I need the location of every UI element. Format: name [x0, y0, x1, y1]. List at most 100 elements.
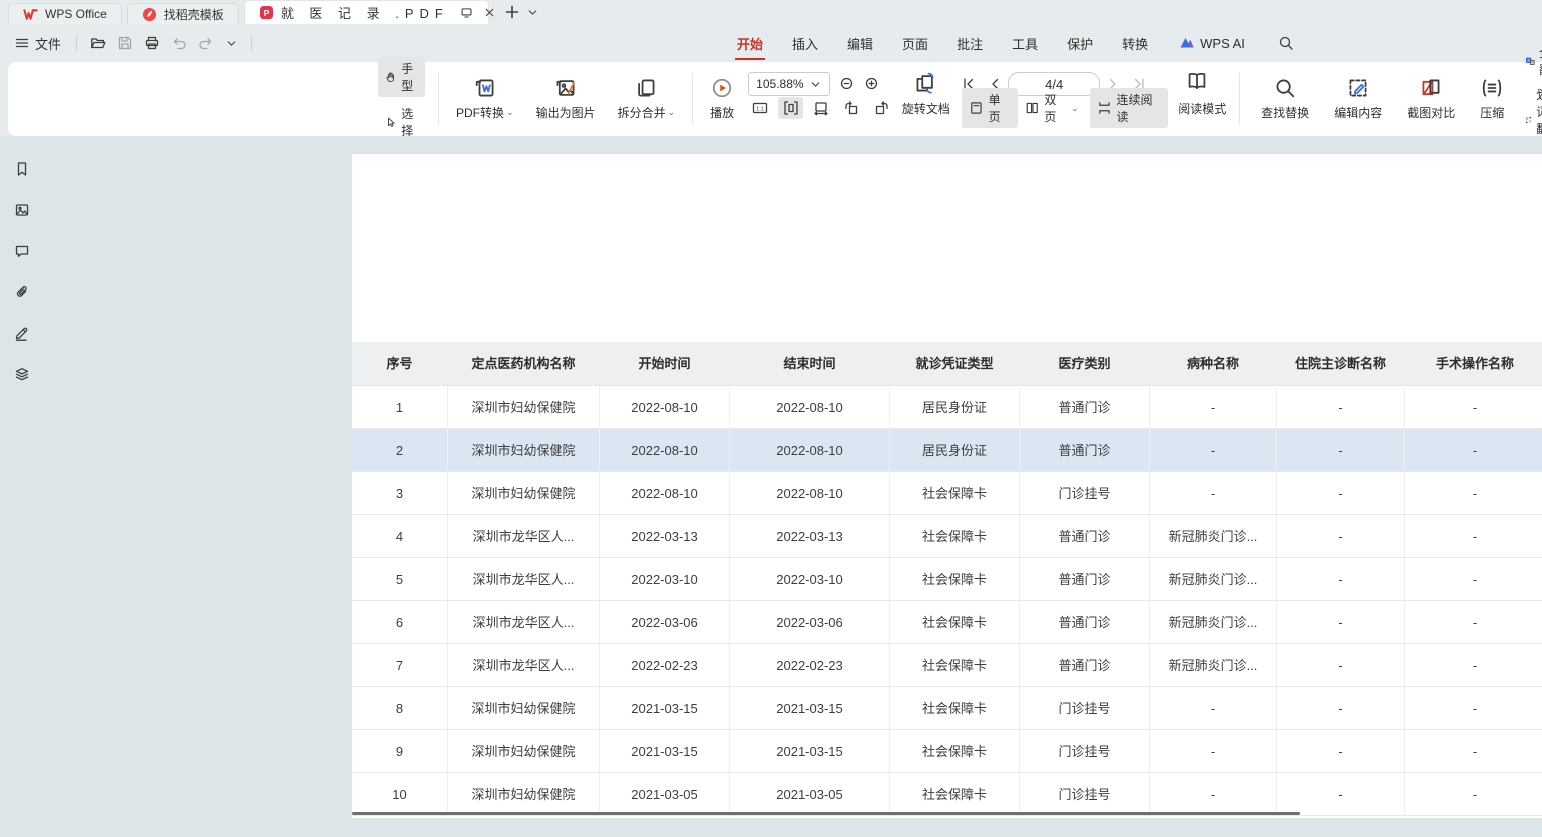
hamburger-icon: [14, 35, 30, 51]
menu-tab-tools[interactable]: 工具: [1010, 30, 1040, 57]
read-mode-label[interactable]: 阅读模式: [1178, 100, 1226, 117]
menu-tab-convert[interactable]: 转换: [1120, 30, 1150, 57]
split-merge-button[interactable]: 拆分合并⌄: [614, 75, 680, 123]
fit-page-button[interactable]: [778, 97, 802, 119]
menu-tab-comment[interactable]: 批注: [955, 30, 985, 57]
thumbnail-icon[interactable]: [13, 201, 31, 219]
compress-button[interactable]: 压缩: [1476, 75, 1508, 123]
quickbar-more-button[interactable]: [223, 35, 240, 52]
table-cell: 社会保障卡: [890, 558, 1020, 600]
signature-icon[interactable]: [13, 324, 31, 342]
play-button[interactable]: 播放: [706, 75, 738, 123]
divider: [438, 73, 439, 125]
table-row: 1深圳市妇幼保健院2022-08-102022-08-10居民身份证普通门诊--…: [352, 386, 1542, 429]
export-image-label: 输出为图片: [536, 104, 596, 121]
tab-label: WPS Office: [45, 7, 107, 21]
wps-ai-button[interactable]: WPS AI: [1179, 35, 1245, 51]
undo-icon: [171, 35, 187, 51]
undo-button[interactable]: [169, 33, 189, 53]
edit-content-label: 编辑内容: [1334, 104, 1382, 121]
compress-label: 压缩: [1480, 104, 1504, 121]
play-icon: [711, 77, 733, 99]
table-cell: -: [1150, 687, 1277, 729]
chevron-down-icon: ⌄: [506, 108, 514, 117]
comment-icon[interactable]: [13, 242, 31, 260]
table-cell: -: [1405, 773, 1542, 815]
svg-text:A: A: [1529, 120, 1532, 124]
table-header-row: 序号定点医药机构名称开始时间结束时间就诊凭证类型医疗类别病种名称住院主诊断名称手…: [352, 342, 1542, 386]
wps-ai-icon: [1179, 35, 1195, 51]
split-merge-icon: [635, 77, 657, 99]
table-cell: 2022-03-10: [600, 558, 730, 600]
chevron-down-icon: ⌄: [668, 108, 676, 117]
attachment-icon[interactable]: [13, 283, 31, 301]
file-menu-button[interactable]: 文件: [10, 31, 65, 56]
table-cell: 普通门诊: [1020, 601, 1150, 643]
pdf-page[interactable]: 序号定点医药机构名称开始时间结束时间就诊凭证类型医疗类别病种名称住院主诊断名称手…: [352, 154, 1542, 818]
close-tab-icon[interactable]: [483, 6, 496, 19]
tab-wps-office[interactable]: WPS Office: [8, 3, 122, 24]
continuous-read-button[interactable]: 连续阅读: [1090, 88, 1169, 128]
table-cell: 深圳市妇幼保健院: [448, 386, 600, 428]
screenshot-compare-button[interactable]: 截图对比: [1403, 75, 1459, 123]
table-cell: 2021-03-15: [600, 730, 730, 772]
svg-text:P: P: [264, 8, 270, 18]
tab-document-pdf[interactable]: P 就 医 记 录 .PDF: [244, 0, 489, 24]
table-cell: 深圳市龙华区人...: [448, 644, 600, 686]
export-image-button[interactable]: 输出为图片: [532, 75, 600, 123]
actual-size-button[interactable]: 1:1: [748, 97, 772, 119]
menu-tab-page[interactable]: 页面: [900, 30, 930, 57]
table-cell: 社会保障卡: [890, 730, 1020, 772]
rotate-doc-label[interactable]: 旋转文档: [902, 100, 950, 117]
menu-tab-edit[interactable]: 编辑: [845, 30, 875, 57]
table-cell: 6: [352, 601, 448, 643]
wps-ai-label: WPS AI: [1200, 36, 1245, 51]
table-cell: -: [1405, 730, 1542, 772]
find-replace-button[interactable]: 查找替换: [1257, 75, 1313, 123]
tab-list-chevron-icon[interactable]: [526, 6, 539, 19]
bookmark-icon[interactable]: [13, 160, 31, 178]
table-cell: 2022-08-10: [600, 472, 730, 514]
svg-text:1:1: 1:1: [757, 106, 765, 112]
hand-icon: [385, 69, 396, 85]
horizontal-scrollbar[interactable]: [352, 812, 1300, 815]
compress-icon: [1481, 77, 1503, 99]
table-cell: 2021-03-05: [600, 773, 730, 815]
open-file-button[interactable]: [88, 33, 108, 53]
table-cell: -: [1405, 687, 1542, 729]
fit-width-button[interactable]: [809, 97, 833, 119]
rotate-left-button[interactable]: [839, 97, 863, 119]
layers-icon[interactable]: [13, 365, 31, 383]
table-cell: 2022-02-23: [600, 644, 730, 686]
menu-tab-home[interactable]: 开始: [735, 30, 765, 57]
table-cell: 深圳市妇幼保健院: [448, 687, 600, 729]
table-cell: 门诊挂号: [1020, 687, 1150, 729]
monitor-icon[interactable]: [460, 6, 473, 19]
screenshot-compare-label: 截图对比: [1407, 104, 1455, 121]
table-cell: -: [1405, 386, 1542, 428]
docer-icon: [142, 7, 157, 22]
menu-tab-protect[interactable]: 保护: [1065, 30, 1095, 57]
table-cell: 2021-03-15: [730, 687, 890, 729]
table-cell: 4: [352, 515, 448, 557]
single-page-button[interactable]: 单页: [962, 88, 1018, 128]
redo-button[interactable]: [196, 33, 216, 53]
print-button[interactable]: [142, 33, 162, 53]
rotate-right-button[interactable]: [869, 97, 893, 119]
double-page-button[interactable]: 双页 ⌄: [1018, 88, 1086, 128]
table-cell: 2022-03-06: [730, 601, 890, 643]
full-translate-button[interactable]: A 字 全文翻译: [1525, 44, 1542, 78]
edit-content-button[interactable]: 编辑内容: [1330, 75, 1386, 123]
tab-docer-templates[interactable]: 找稻壳模板: [127, 3, 239, 24]
table-cell: 2021-03-15: [600, 687, 730, 729]
find-replace-icon: [1274, 77, 1296, 99]
table-cell: 深圳市龙华区人...: [448, 515, 600, 557]
menu-tab-insert[interactable]: 插入: [790, 30, 820, 57]
save-button[interactable]: [115, 33, 135, 53]
folder-open-icon: [90, 35, 106, 51]
hand-tool-button[interactable]: 手型: [378, 57, 425, 97]
new-tab-icon[interactable]: [504, 4, 520, 20]
pdf-convert-button[interactable]: PDF转换⌄: [452, 75, 518, 123]
table-cell: 1: [352, 386, 448, 428]
divider: [1239, 73, 1240, 125]
